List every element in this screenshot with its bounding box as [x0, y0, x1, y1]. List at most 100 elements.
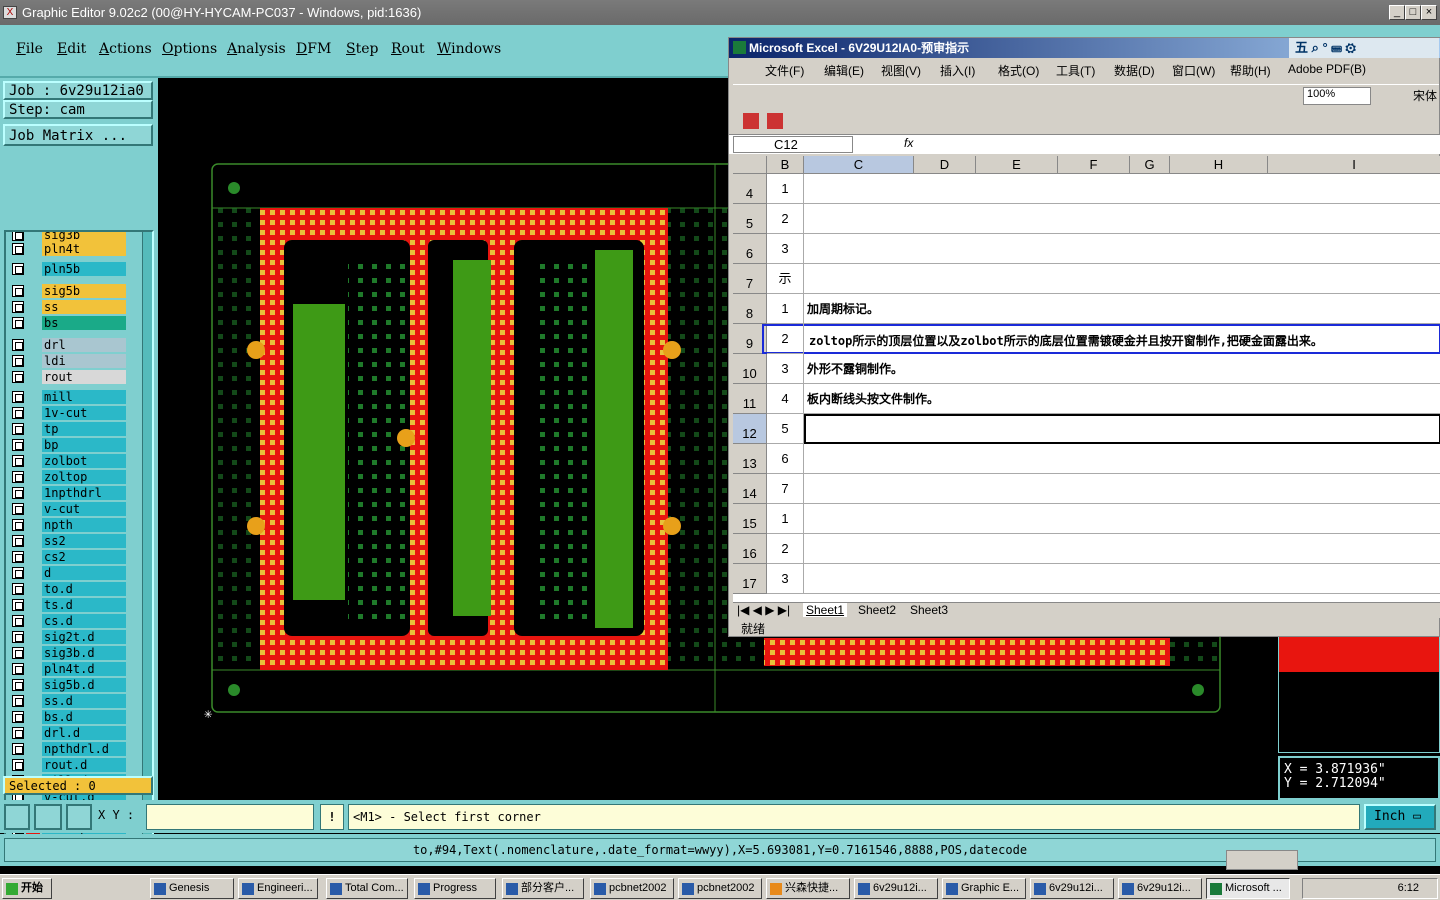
layer-checkbox[interactable]	[12, 301, 24, 313]
col-header[interactable]: D	[914, 156, 976, 174]
tab-sheet3[interactable]: Sheet3	[907, 603, 951, 617]
layer-row[interactable]: npthdrl.d	[8, 742, 128, 756]
pdf-mail-icon[interactable]	[767, 113, 783, 129]
cell-b[interactable]: 1	[767, 174, 804, 204]
xl-menu-format[interactable]: 格式(O)	[998, 62, 1039, 79]
layer-scrollbar[interactable]	[142, 232, 152, 848]
layer-row[interactable]: pln4t.d	[8, 662, 128, 676]
xl-menu-tools[interactable]: 工具(T)	[1056, 62, 1095, 79]
row-header[interactable]: 17	[733, 564, 767, 594]
layer-checkbox[interactable]	[12, 727, 24, 739]
row-header[interactable]: 11	[733, 384, 767, 414]
layer-checkbox[interactable]	[12, 583, 24, 595]
cell-b[interactable]: 2	[767, 324, 804, 354]
row-header[interactable]: 8	[733, 294, 767, 324]
maximize-button[interactable]: □	[1405, 5, 1421, 20]
cell-c[interactable]	[804, 444, 1440, 474]
cell-c[interactable]	[804, 234, 1440, 264]
layer-row[interactable]: rout.d	[8, 758, 128, 772]
layer-row[interactable]: ldi	[8, 354, 128, 368]
cell-c[interactable]	[804, 564, 1440, 594]
cell-b[interactable]: 2	[767, 534, 804, 564]
layer-row[interactable]: sig3b.d	[8, 646, 128, 660]
xl-menu-file[interactable]: 文件(F)	[765, 62, 804, 79]
task-pcbnet-1[interactable]: pcbnet2002	[590, 878, 674, 899]
menu-rout[interactable]: Rout	[391, 41, 425, 57]
row-header[interactable]: 5	[733, 204, 767, 234]
layer-checkbox[interactable]	[12, 423, 24, 435]
row-header[interactable]: 10	[733, 354, 767, 384]
cell-b[interactable]: 3	[767, 234, 804, 264]
task-progress[interactable]: Progress	[414, 878, 496, 899]
layer-checkbox[interactable]	[12, 317, 24, 329]
ime-bar[interactable]: 五 ⌕ ° ⌨ ⚙	[1289, 38, 1439, 58]
col-header[interactable]: H	[1170, 156, 1268, 174]
layer-row[interactable]: v-cut	[8, 502, 128, 516]
layer-checkbox[interactable]	[12, 711, 24, 723]
col-header[interactable]: G	[1130, 156, 1170, 174]
layer-checkbox[interactable]	[12, 339, 24, 351]
cell-c[interactable]	[804, 504, 1440, 534]
layer-checkbox[interactable]	[12, 535, 24, 547]
cell-c[interactable]	[804, 414, 1440, 444]
row-header[interactable]: 12	[733, 414, 767, 444]
row-header[interactable]: 13	[733, 444, 767, 474]
task-customer[interactable]: 部分客户...	[502, 878, 584, 899]
menu-options[interactable]: Options	[162, 41, 217, 57]
layer-row[interactable]: npth	[8, 518, 128, 532]
task-6v29-2[interactable]: 6v29u12i...	[1030, 878, 1114, 899]
cell-b[interactable]: 6	[767, 444, 804, 474]
layer-row[interactable]: zoltop	[8, 470, 128, 484]
layer-checkbox[interactable]	[12, 439, 24, 451]
layer-row[interactable]: 1v-cut	[8, 406, 128, 420]
layer-row[interactable]: tp	[8, 422, 128, 436]
layer-checkbox[interactable]	[12, 615, 24, 627]
layer-checkbox[interactable]	[12, 391, 24, 403]
layer-row[interactable]: to.d	[8, 582, 128, 596]
pdf-icon[interactable]	[743, 113, 759, 129]
row-header[interactable]: 16	[733, 534, 767, 564]
xl-menu-adobe[interactable]: Adobe PDF(B)	[1288, 62, 1366, 76]
menu-edit[interactable]: Edit	[57, 41, 86, 57]
corner-cell[interactable]	[733, 156, 767, 174]
cell-b[interactable]: 1	[767, 294, 804, 324]
layer-row[interactable]: 1npthdrl	[8, 486, 128, 500]
layer-row[interactable]: bp	[8, 438, 128, 452]
font-select[interactable]: 宋体	[1413, 87, 1437, 104]
layer-checkbox[interactable]	[12, 663, 24, 675]
formula-input[interactable]	[919, 136, 1437, 153]
layer-row[interactable]: ts.d	[8, 598, 128, 612]
task-excel[interactable]: Microsoft ...	[1206, 878, 1290, 899]
layer-checkbox[interactable]	[12, 695, 24, 707]
cell-b[interactable]: 3	[767, 564, 804, 594]
cell-b[interactable]: 7	[767, 474, 804, 504]
task-engineering[interactable]: Engineeri...	[238, 878, 318, 899]
menu-step[interactable]: Step	[346, 41, 378, 57]
close-button[interactable]: ×	[1421, 5, 1437, 20]
layer-row[interactable]: ss	[8, 300, 128, 314]
task-pcbnet-2[interactable]: pcbnet2002	[678, 878, 762, 899]
task-genesis[interactable]: Genesis	[150, 878, 234, 899]
layer-row[interactable]: drl.d	[8, 726, 128, 740]
layer-row[interactable]: sig2t.d	[8, 630, 128, 644]
task-graphic-editor[interactable]: Graphic E...	[942, 878, 1026, 899]
cell-c[interactable]	[804, 264, 1440, 294]
row-header[interactable]: 7	[733, 264, 767, 294]
job-matrix-button[interactable]: Job Matrix ...	[3, 124, 153, 146]
xl-menu-help[interactable]: 帮助(H)	[1230, 62, 1271, 79]
sheet-nav-icon[interactable]: |◀ ◀ ▶ ▶|	[737, 603, 790, 617]
task-6v29-3[interactable]: 6v29u12i...	[1118, 878, 1202, 899]
layer-checkbox[interactable]	[12, 631, 24, 643]
layer-checkbox[interactable]	[12, 243, 24, 255]
layer-checkbox[interactable]	[12, 487, 24, 499]
xy-input[interactable]	[146, 804, 314, 830]
row-header[interactable]: 14	[733, 474, 767, 504]
grid-icon[interactable]	[66, 804, 92, 830]
ime-toolbar[interactable]	[1226, 850, 1298, 870]
minimize-button[interactable]: _	[1389, 5, 1405, 20]
menu-windows[interactable]: Windows	[437, 41, 501, 57]
cell-c[interactable]	[804, 474, 1440, 504]
menu-actions[interactable]: Actions	[99, 41, 152, 57]
layer-row[interactable]: sig5b	[8, 284, 128, 298]
layer-checkbox[interactable]	[12, 519, 24, 531]
